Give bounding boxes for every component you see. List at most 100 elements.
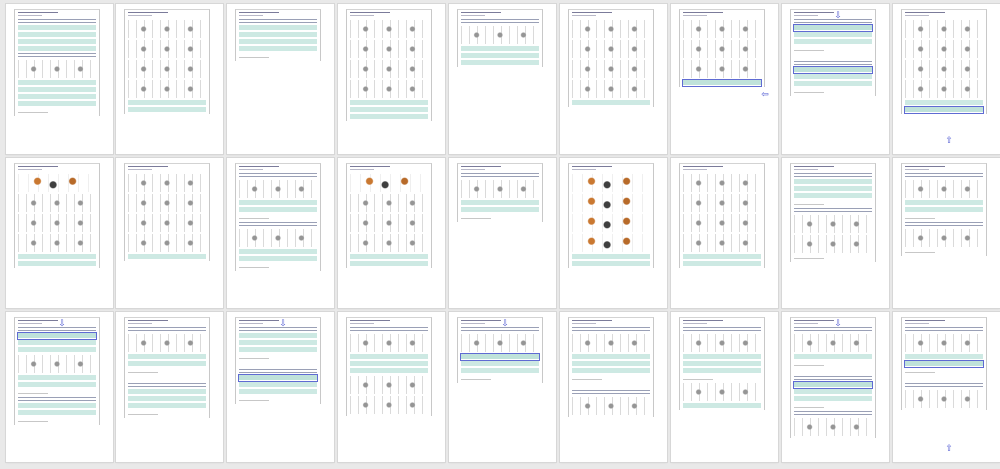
answer-option[interactable]: [905, 200, 983, 206]
answer-option[interactable]: [239, 39, 317, 45]
answer-option[interactable]: [239, 207, 317, 213]
page-thumbnail[interactable]: [116, 4, 223, 154]
answer-option[interactable]: [18, 94, 96, 100]
answer-option[interactable]: [461, 60, 539, 66]
answer-option[interactable]: [683, 403, 761, 409]
answer-option[interactable]: [350, 368, 428, 374]
answer-option-highlighted[interactable]: [904, 106, 984, 114]
answer-option[interactable]: [461, 53, 539, 59]
answer-option[interactable]: [572, 361, 650, 367]
answer-option-highlighted[interactable]: [793, 66, 873, 74]
page-thumbnail[interactable]: [338, 312, 445, 462]
answer-option[interactable]: [239, 382, 317, 388]
page-thumbnail[interactable]: [893, 158, 1000, 308]
answer-option[interactable]: [239, 347, 317, 353]
answer-option[interactable]: [572, 100, 650, 106]
answer-option[interactable]: [239, 25, 317, 31]
answer-option[interactable]: [239, 256, 317, 262]
answer-option[interactable]: [239, 249, 317, 255]
answer-option[interactable]: [461, 361, 539, 367]
answer-option[interactable]: [461, 200, 539, 206]
answer-option[interactable]: [18, 101, 96, 107]
answer-option[interactable]: [572, 354, 650, 360]
page-thumbnail[interactable]: [560, 4, 667, 154]
answer-option[interactable]: [794, 32, 872, 38]
answer-option[interactable]: [128, 100, 206, 106]
answer-option[interactable]: [18, 375, 96, 381]
page-thumbnail[interactable]: [560, 312, 667, 462]
answer-option[interactable]: [18, 340, 96, 346]
answer-option[interactable]: [128, 254, 206, 260]
answer-option[interactable]: [794, 193, 872, 199]
page-thumbnail[interactable]: ⇧: [893, 4, 1000, 154]
answer-option-highlighted[interactable]: [793, 24, 873, 32]
answer-option[interactable]: [128, 396, 206, 402]
answer-option[interactable]: [18, 80, 96, 86]
answer-option[interactable]: [461, 46, 539, 52]
answer-option[interactable]: [794, 81, 872, 87]
answer-option[interactable]: [239, 389, 317, 395]
answer-option[interactable]: [572, 261, 650, 267]
answer-option[interactable]: [683, 254, 761, 260]
answer-option[interactable]: [905, 354, 983, 360]
answer-option[interactable]: [128, 389, 206, 395]
page-thumbnail[interactable]: [560, 158, 667, 308]
answer-option[interactable]: [350, 354, 428, 360]
page-thumbnail[interactable]: [449, 158, 556, 308]
page-thumbnail[interactable]: [671, 158, 778, 308]
page-thumbnail[interactable]: [227, 158, 334, 308]
page-thumbnail[interactable]: ⇦: [671, 4, 778, 154]
page-thumbnail[interactable]: ⇩: [782, 4, 889, 154]
answer-option[interactable]: [18, 25, 96, 31]
answer-option[interactable]: [794, 389, 872, 395]
page-thumbnail[interactable]: ⇩: [6, 312, 113, 462]
page-thumbnail[interactable]: [6, 4, 113, 154]
answer-option[interactable]: [18, 32, 96, 38]
page-thumbnail[interactable]: ⇧: [893, 312, 1000, 462]
answer-option-highlighted[interactable]: [460, 353, 540, 361]
answer-option[interactable]: [18, 87, 96, 93]
page-thumbnail[interactable]: [227, 4, 334, 154]
answer-option[interactable]: [128, 403, 206, 409]
page-thumbnail[interactable]: [6, 158, 113, 308]
answer-option[interactable]: [18, 410, 96, 416]
answer-option[interactable]: [461, 207, 539, 213]
answer-option[interactable]: [18, 403, 96, 409]
answer-option[interactable]: [683, 354, 761, 360]
page-thumbnail[interactable]: ⇩: [227, 312, 334, 462]
answer-option[interactable]: [683, 261, 761, 267]
answer-option[interactable]: [905, 100, 983, 106]
answer-option[interactable]: [683, 361, 761, 367]
answer-option[interactable]: [128, 107, 206, 113]
answer-option[interactable]: [350, 261, 428, 267]
answer-option[interactable]: [350, 114, 428, 120]
answer-option[interactable]: [239, 333, 317, 339]
answer-option[interactable]: [572, 254, 650, 260]
answer-option[interactable]: [683, 368, 761, 374]
answer-option[interactable]: [18, 39, 96, 45]
answer-option[interactable]: [18, 254, 96, 260]
answer-option[interactable]: [350, 100, 428, 106]
answer-option[interactable]: [905, 207, 983, 213]
page-thumbnail[interactable]: [671, 312, 778, 462]
page-thumbnail[interactable]: ⇩: [449, 312, 556, 462]
answer-option[interactable]: [18, 46, 96, 52]
answer-option-highlighted[interactable]: [238, 374, 318, 382]
answer-option-highlighted[interactable]: [793, 381, 873, 389]
page-thumbnail[interactable]: [338, 158, 445, 308]
answer-option-highlighted[interactable]: [904, 360, 984, 368]
answer-option[interactable]: [128, 354, 206, 360]
answer-option[interactable]: [128, 361, 206, 367]
answer-option[interactable]: [350, 361, 428, 367]
page-thumbnail[interactable]: [116, 312, 223, 462]
answer-option[interactable]: [239, 46, 317, 52]
answer-option-highlighted[interactable]: [17, 332, 97, 340]
answer-option[interactable]: [794, 396, 872, 402]
page-thumbnail[interactable]: [782, 158, 889, 308]
answer-option[interactable]: [461, 368, 539, 374]
answer-option[interactable]: [239, 200, 317, 206]
answer-option[interactable]: [18, 261, 96, 267]
answer-option[interactable]: [239, 340, 317, 346]
answer-option[interactable]: [18, 382, 96, 388]
answer-option[interactable]: [794, 179, 872, 185]
